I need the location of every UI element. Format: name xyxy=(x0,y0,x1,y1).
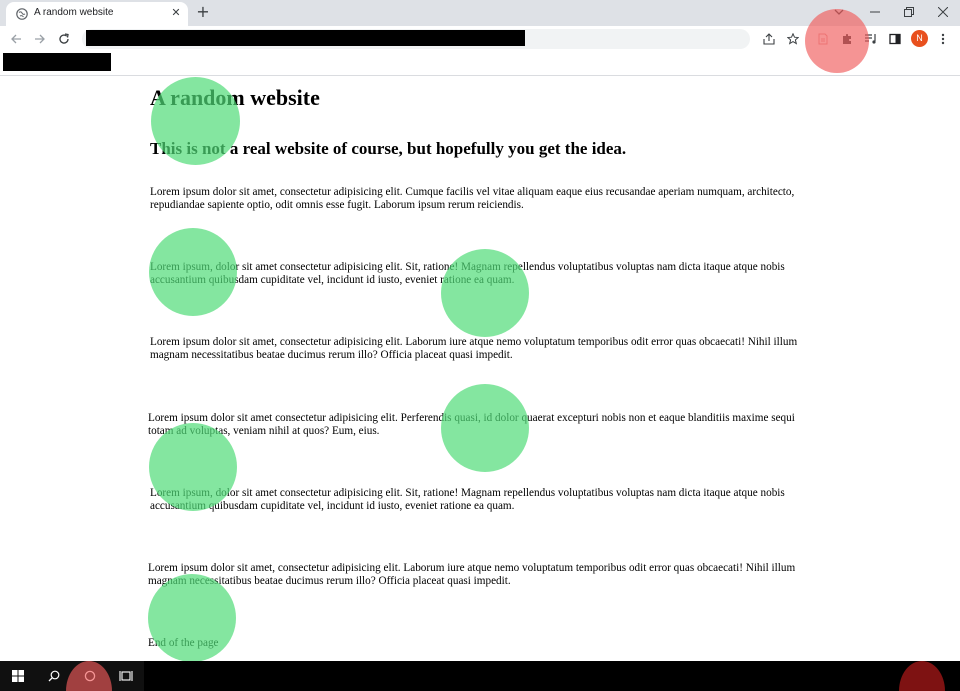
url-redacted xyxy=(86,30,525,46)
star-icon[interactable] xyxy=(785,31,801,47)
footer-text: End of the page xyxy=(148,637,808,650)
browser-tab[interactable]: A random website ✕ xyxy=(6,2,188,26)
globe-icon xyxy=(16,8,28,20)
paragraph-3: Lorem ipsum dolor sit amet, consectetur … xyxy=(150,336,798,361)
arrow-left-icon[interactable] xyxy=(8,31,24,47)
paragraph-1: Lorem ipsum dolor sit amet, consectetur … xyxy=(150,186,795,211)
highlight-marker xyxy=(441,249,529,337)
close-icon[interactable] xyxy=(926,0,960,24)
plus-icon[interactable]: + xyxy=(195,4,211,20)
page-content: A random website This is not a real webs… xyxy=(0,77,960,661)
restore-icon[interactable] xyxy=(892,0,926,24)
reload-icon[interactable] xyxy=(56,31,72,47)
paragraph-6: Lorem ipsum dolor sit amet, consectetur … xyxy=(148,562,796,587)
kebab-menu-icon[interactable] xyxy=(935,31,951,47)
arrow-right-icon[interactable] xyxy=(32,31,48,47)
bookmark-redacted[interactable] xyxy=(3,53,111,71)
highlight-marker-red xyxy=(805,9,869,73)
taskbar-apps-area xyxy=(144,661,960,691)
close-icon[interactable]: ✕ xyxy=(169,6,183,20)
tab-title: A random website xyxy=(34,7,114,18)
highlight-marker xyxy=(441,384,529,472)
highlight-marker xyxy=(148,574,236,662)
highlight-marker xyxy=(149,228,237,316)
profile-avatar[interactable]: N xyxy=(911,30,928,47)
task-view-icon[interactable] xyxy=(108,661,144,691)
paragraph-5: Lorem ipsum, dolor sit amet consectetur … xyxy=(150,487,785,512)
windows-start-icon[interactable] xyxy=(0,661,36,691)
highlight-marker xyxy=(149,423,237,511)
taskbar xyxy=(0,661,960,691)
address-bar[interactable] xyxy=(82,29,750,49)
minimize-icon[interactable] xyxy=(858,0,892,24)
side-panel-icon[interactable] xyxy=(887,31,903,47)
share-icon[interactable] xyxy=(761,31,777,47)
highlight-marker xyxy=(151,77,240,165)
